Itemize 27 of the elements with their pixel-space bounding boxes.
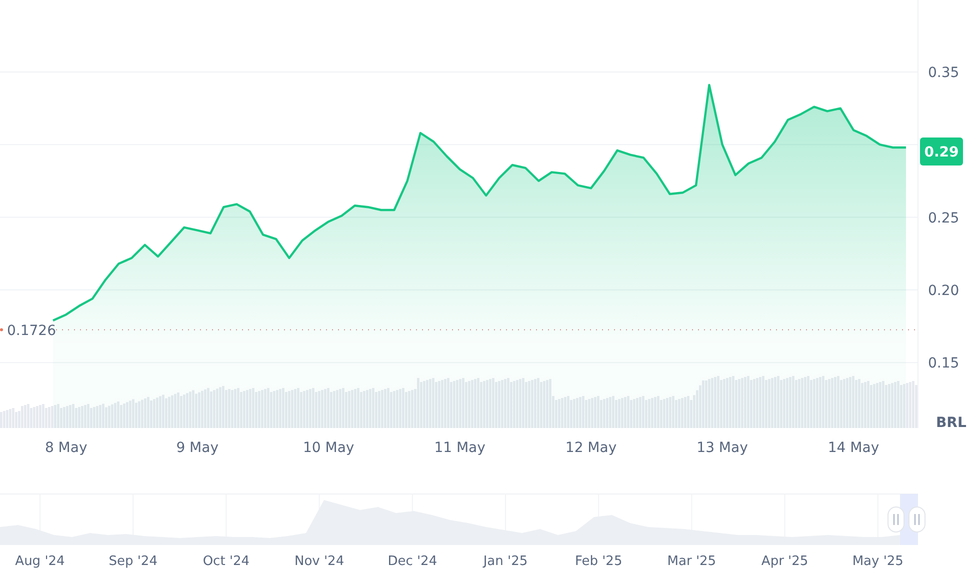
currency-label: BRL: [936, 415, 966, 431]
reference-value: 0.1726: [7, 322, 56, 339]
y-axis-label: 0.20: [928, 282, 960, 299]
navigator-label: May '25: [852, 554, 904, 569]
navigator-label: Nov '24: [294, 554, 344, 569]
current-price-badge: 0.29: [920, 138, 963, 166]
x-axis-label: 10 May: [302, 440, 354, 456]
y-axis-label: 0.15: [928, 356, 960, 372]
x-axis-label: 9 May: [176, 440, 218, 456]
reference-dot: [0, 328, 3, 332]
navigator-label: Apr '25: [761, 554, 808, 569]
x-axis-label: 11 May: [434, 440, 486, 456]
navigator-handle[interactable]: [908, 506, 926, 532]
navigator-label: Aug '24: [15, 554, 65, 569]
y-axis-label: 0.35: [928, 64, 960, 81]
x-axis-label: 8 May: [44, 440, 88, 456]
y-axis-label: 0.25: [928, 210, 960, 226]
x-axis-label: 12 May: [565, 440, 617, 456]
navigator-handle[interactable]: [888, 506, 904, 532]
navigator-label: Sep '24: [108, 554, 158, 569]
navigator-label: Oct '24: [202, 554, 250, 569]
navigator-label: Jan '25: [483, 554, 528, 569]
navigator-label: Dec '24: [388, 554, 438, 569]
navigator-label: Mar '25: [667, 554, 716, 569]
x-axis-label: 14 May: [828, 440, 880, 456]
navigator-label: Feb '25: [574, 554, 622, 569]
x-axis-label: 13 May: [696, 440, 748, 456]
